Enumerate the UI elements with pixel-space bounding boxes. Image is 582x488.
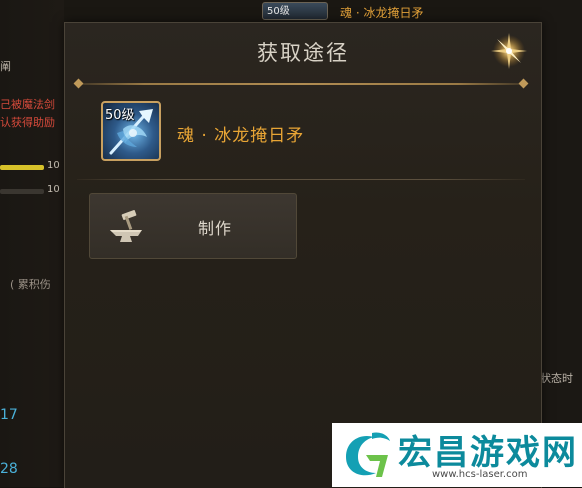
- background-text: 状态时: [540, 372, 573, 385]
- background-text: 阐: [0, 60, 11, 73]
- acquisition-dialog: 获取途径 50级 魂 · 冰龙掩日矛 制作: [64, 22, 542, 488]
- background-bar-value: 10: [47, 160, 60, 171]
- close-star-icon: [491, 33, 527, 69]
- background-progress-bar: [0, 189, 44, 194]
- section-divider: [77, 179, 525, 180]
- site-logo-icon: [346, 432, 390, 477]
- background-item-name: 魂 · 冰龙掩日矛: [340, 6, 424, 20]
- background-right-panel: [540, 0, 582, 487]
- item-level-badge: 50级: [105, 108, 135, 123]
- anvil-hammer-icon: [110, 210, 142, 242]
- background-text: ( 累积伤: [10, 278, 51, 291]
- background-item-slot: 50级: [262, 2, 328, 20]
- background-progress-bar: [0, 165, 44, 170]
- watermark-url: www.hcs-laser.com: [432, 469, 528, 480]
- background-text: 认获得助励: [0, 116, 55, 129]
- background-text: 己被魔法剑: [0, 98, 55, 111]
- dialog-title: 获取途径: [257, 41, 349, 65]
- watermark: 宏昌游戏网 www.hcs-laser.com: [332, 423, 582, 487]
- background-number: 17: [0, 407, 18, 423]
- craft-button[interactable]: 制作: [89, 193, 297, 259]
- title-divider: [77, 83, 525, 85]
- item-slot[interactable]: 50级: [101, 101, 161, 161]
- background-bar-value: 10: [47, 184, 60, 195]
- close-button[interactable]: [487, 29, 531, 73]
- watermark-title: 宏昌游戏网: [398, 433, 578, 473]
- item-name: 魂 · 冰龙掩日矛: [177, 126, 305, 146]
- craft-button-label: 制作: [198, 219, 233, 238]
- background-number: 28: [0, 461, 18, 477]
